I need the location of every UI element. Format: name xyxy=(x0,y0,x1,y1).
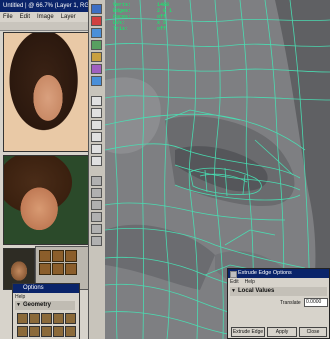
shelf-tool-icon[interactable] xyxy=(91,28,102,38)
shelf-tool-icon[interactable] xyxy=(91,4,102,14)
geometry-tools-row xyxy=(17,313,76,324)
reference-photo-front xyxy=(3,32,93,152)
shelf-tool-icon[interactable] xyxy=(91,156,102,166)
extrude-edge-button[interactable]: Extrude Edge xyxy=(231,327,265,337)
shelf-tool-icon[interactable] xyxy=(65,250,77,262)
translate-field[interactable]: 0.0000 xyxy=(304,298,328,307)
geometry-tool-icon[interactable] xyxy=(29,326,40,337)
shelf-tool-icon[interactable] xyxy=(91,76,102,86)
geometry-tool-icon[interactable] xyxy=(65,326,76,337)
shelf-tool-icon[interactable] xyxy=(91,120,102,130)
geometry-tool-icon[interactable] xyxy=(41,313,52,324)
menu-layer[interactable]: Layer xyxy=(61,14,76,20)
maya-shelf xyxy=(88,0,106,339)
hud-label: Tris: xyxy=(113,26,129,32)
shelf-tool-icon[interactable] xyxy=(91,64,102,74)
shelf-tool-icon[interactable] xyxy=(91,144,102,154)
shelf-tool-icon[interactable] xyxy=(91,188,102,198)
menu-edit[interactable]: Edit xyxy=(20,14,30,20)
geometry-tool-icon[interactable] xyxy=(53,326,64,337)
shelf-tool-icon[interactable] xyxy=(91,212,102,222)
shelf-tool-icon[interactable] xyxy=(52,250,64,262)
shelf-tool-icon[interactable] xyxy=(91,96,102,106)
extrude-edge-options-dialog: Extrude Edge Options Edit Help Local Valu… xyxy=(227,268,330,339)
geometry-tools-row xyxy=(17,326,76,337)
options-panel-menu[interactable]: Help xyxy=(15,294,25,300)
geometry-tool-icon[interactable] xyxy=(65,313,76,324)
shelf-tool-icon[interactable] xyxy=(91,40,102,50)
geometry-tool-icon[interactable] xyxy=(17,326,28,337)
hud-row: Tris: off xyxy=(113,26,172,32)
shelf-tool-icon[interactable] xyxy=(91,132,102,142)
geometry-options-panel: Options Help Geometry xyxy=(12,283,80,339)
shelf-tool-icon[interactable] xyxy=(91,176,102,186)
dialog-title[interactable]: Extrude Edge Options xyxy=(228,269,329,278)
image-window-menubar: File Edit Image Layer xyxy=(0,12,100,22)
shelf-tool-icon[interactable] xyxy=(91,236,102,246)
translate-label: Translate xyxy=(280,300,301,306)
close-button[interactable]: Close xyxy=(299,327,327,337)
dialog-menu-help[interactable]: Help xyxy=(245,279,255,285)
shelf-tool-icon[interactable] xyxy=(91,16,102,26)
shelf-tool-icon[interactable] xyxy=(91,224,102,234)
apply-button[interactable]: Apply xyxy=(267,327,297,337)
geometry-tool-icon[interactable] xyxy=(29,313,40,324)
shelf-tool-icon[interactable] xyxy=(39,250,51,262)
shelf-tool-icon[interactable] xyxy=(91,52,102,62)
menu-image[interactable]: Image xyxy=(37,14,54,20)
poly-count-hud: Verts: 1488 Edges: 2 ​0 1 Faces: off UVs: X … xyxy=(113,2,172,32)
image-window-title[interactable]: Untitled | @ 66.7% (Layer 1, RGB) xyxy=(0,0,100,12)
shelf-tool-icon[interactable] xyxy=(91,108,102,118)
options-panel-title[interactable]: Options xyxy=(13,284,79,293)
shelf-tool-icon[interactable] xyxy=(91,200,102,210)
local-values-section[interactable]: Local Values xyxy=(230,287,327,296)
shelf-tool-icon[interactable] xyxy=(39,263,51,275)
reference-photo-side xyxy=(3,155,93,245)
geometry-tool-icon[interactable] xyxy=(17,313,28,324)
geometry-section-header[interactable]: Geometry xyxy=(15,301,75,310)
dialog-menu-edit[interactable]: Edit xyxy=(230,279,239,285)
window-icon xyxy=(230,271,237,278)
geometry-tool-icon[interactable] xyxy=(41,326,52,337)
menu-file[interactable]: File xyxy=(3,14,13,20)
hud-value: off xyxy=(157,26,167,32)
desktop: Untitled | @ 66.7% (Layer 1, RGB) File Ed… xyxy=(0,0,330,339)
shelf-tool-icon[interactable] xyxy=(65,263,77,275)
shelf-tool-icon[interactable] xyxy=(52,263,64,275)
dialog-menubar: Edit Help xyxy=(230,279,261,285)
geometry-tool-icon[interactable] xyxy=(53,313,64,324)
image-toolstrip xyxy=(0,22,100,31)
